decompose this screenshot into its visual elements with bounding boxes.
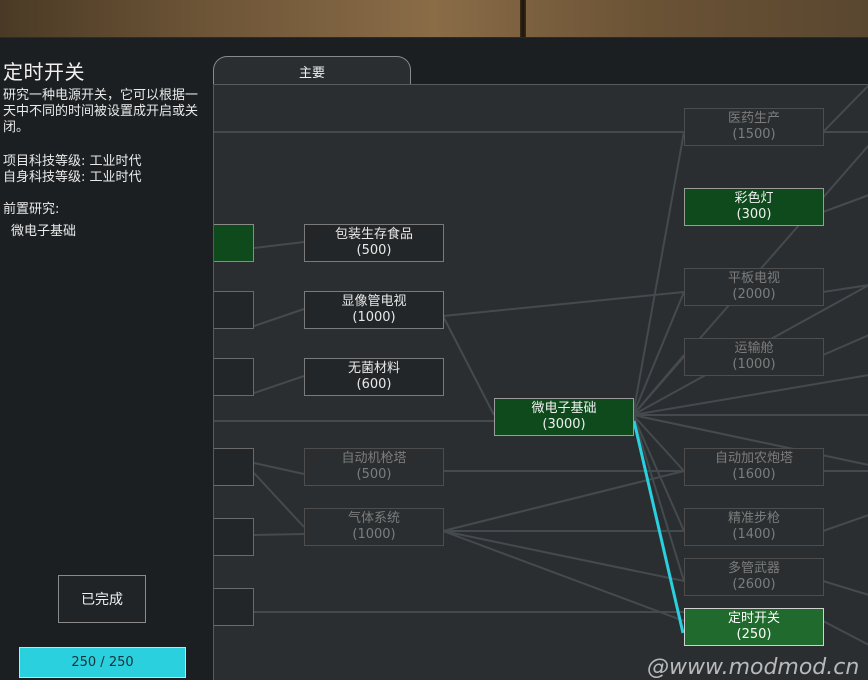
tree-node-colored-lights[interactable]: 彩色灯 (300): [684, 188, 824, 226]
background-scene-strip: [0, 0, 868, 38]
node-cost: (300): [736, 207, 772, 222]
node-cost: (2600): [732, 577, 776, 592]
node-name: 平板电视: [727, 271, 780, 286]
tree-node-multibarrel-weapons[interactable]: 多管武器 (2600): [684, 558, 824, 596]
self-tech-level: 自身科技等级: 工业时代: [3, 170, 142, 185]
watermark: @www.modmod.cn: [647, 655, 860, 680]
tree-node-precision-rifle[interactable]: 精准步枪 (1400): [684, 508, 824, 546]
tree-node-packaged-survival-meal[interactable]: 包装生存食品 (500): [304, 224, 444, 262]
tree-node-offscreen[interactable]: [214, 448, 254, 486]
research-detail-panel: 定时开关 研究一种电源开关，它可以根据一天中不同的时间被设置成开启或关闭。 项目…: [0, 38, 212, 679]
tree-node-offscreen[interactable]: [214, 224, 254, 262]
research-title: 定时开关: [3, 60, 85, 84]
node-name: 彩色灯: [734, 191, 774, 206]
node-cost: (1500): [732, 127, 776, 142]
completed-button[interactable]: 已完成: [58, 575, 146, 623]
node-cost: (1000): [732, 357, 776, 372]
tree-node-flatscreen-tv[interactable]: 平板电视 (2000): [684, 268, 824, 306]
node-name: 自动机枪塔: [341, 451, 407, 466]
tree-node-sterile-materials[interactable]: 无菌材料 (600): [304, 358, 444, 396]
prerequisite-item[interactable]: 微电子基础: [11, 220, 76, 239]
node-name: 显像管电视: [341, 294, 407, 309]
tree-node-drug-production[interactable]: 医药生产 (1500): [684, 108, 824, 146]
prerequisites-heading: 前置研究:: [3, 202, 60, 217]
node-cost: (600): [356, 377, 392, 392]
node-cost: (500): [356, 467, 392, 482]
tab-main[interactable]: 主要: [213, 56, 411, 86]
node-name: 医药生产: [727, 111, 780, 126]
tree-node-transport-pod[interactable]: 运输舱 (1000): [684, 338, 824, 376]
node-name: 定时开关: [727, 611, 780, 626]
research-progress-bar: 250 / 250: [19, 647, 186, 678]
tree-node-offscreen[interactable]: [214, 358, 254, 396]
tree-node-crt-television[interactable]: 显像管电视 (1000): [304, 291, 444, 329]
tree-node-microelectronics[interactable]: 微电子基础 (3000): [494, 398, 634, 436]
research-description: 研究一种电源开关，它可以根据一天中不同的时间被设置成开启或关闭。: [3, 88, 199, 135]
node-cost: (500): [356, 243, 392, 258]
node-cost: (1000): [352, 310, 396, 325]
node-name: 精准步枪: [727, 511, 780, 526]
node-cost: (3000): [542, 417, 586, 432]
tree-node-offscreen[interactable]: [214, 291, 254, 329]
node-name: 微电子基础: [531, 401, 597, 416]
tree-node-offscreen[interactable]: [214, 518, 254, 556]
node-name: 运输舱: [734, 341, 774, 356]
tree-node-autocannon-turret[interactable]: 自动加农炮塔 (1600): [684, 448, 824, 486]
node-name: 无菌材料: [347, 361, 400, 376]
research-tree[interactable]: 包装生存食品 (500) 显像管电视 (1000) 无菌材料 (600) 自动机…: [213, 84, 868, 680]
tree-node-timer-switch[interactable]: 定时开关 (250): [684, 608, 824, 646]
node-name: 自动加农炮塔: [714, 451, 793, 466]
node-cost: (1000): [352, 527, 396, 542]
node-cost: (1400): [732, 527, 776, 542]
node-cost: (1600): [732, 467, 776, 482]
node-cost: (2000): [732, 287, 776, 302]
node-cost: (250): [736, 627, 772, 642]
tree-node-gas-systems[interactable]: 气体系统 (1000): [304, 508, 444, 546]
tree-node-auto-turret[interactable]: 自动机枪塔 (500): [304, 448, 444, 486]
node-name: 包装生存食品: [334, 227, 413, 242]
node-name: 气体系统: [347, 511, 400, 526]
node-name: 多管武器: [727, 561, 780, 576]
tree-node-offscreen[interactable]: [214, 588, 254, 626]
